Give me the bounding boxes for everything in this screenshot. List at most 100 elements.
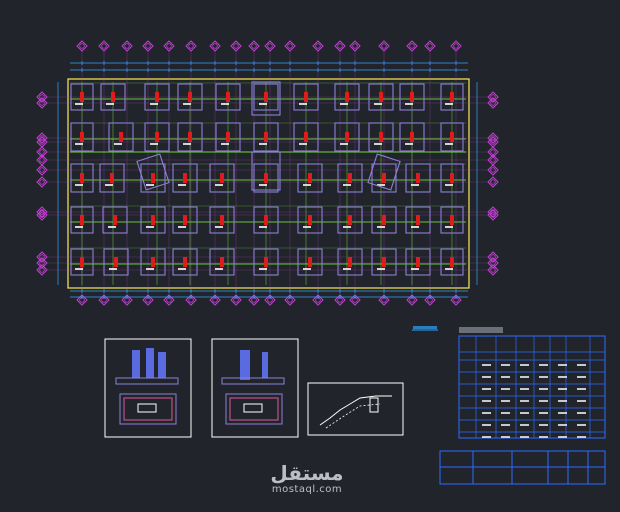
column [188,132,192,142]
footing-label [75,103,83,105]
column [80,92,84,102]
footing-label [215,226,223,228]
footing-label [183,103,191,105]
footing-label [343,184,351,186]
column [114,257,118,267]
column [304,92,308,102]
table-cell-text [520,436,529,438]
footing-label [259,184,267,186]
footing-label [146,184,154,186]
footing-label [178,184,186,186]
table-cell-text [482,412,491,414]
footing-label [75,226,83,228]
column [379,132,383,142]
column [264,215,268,225]
footing-label [445,226,453,228]
column [348,215,352,225]
table-cell-text [520,424,529,426]
footing-label [299,143,307,145]
footing-label [150,103,158,105]
column [416,215,420,225]
table-cell-text [520,364,529,366]
watermark-logo: مستقل [270,461,344,485]
footing-label [75,268,83,270]
column [345,92,349,102]
footing-label [299,103,307,105]
table-cell-text [577,400,586,402]
column [382,257,386,267]
footing-label [146,268,154,270]
table-cell-text [558,388,567,390]
table-cell-text [539,424,548,426]
column [264,257,268,267]
table-cell-text [539,364,548,366]
table-cell-text [539,400,548,402]
column [220,257,224,267]
column [80,257,84,267]
footing-label [411,226,419,228]
footing-label [75,184,83,186]
footing-label [405,103,413,105]
footing-label [445,184,453,186]
footing-label [343,268,351,270]
table-cell-text [482,364,491,366]
footing-label [303,184,311,186]
column [345,132,349,142]
table-cell-text [539,412,548,414]
table-cell-text [577,388,586,390]
footing-label [108,226,116,228]
table-cell-text [482,388,491,390]
cad-drawing-canvas[interactable] [0,0,620,512]
column [188,92,192,102]
footing-label [377,268,385,270]
table-cell-text [501,436,510,438]
footing-label [178,268,186,270]
footing-label [183,143,191,145]
table-cell-text [539,388,548,390]
table-cell-text [501,424,510,426]
footing-label [215,184,223,186]
table-cell-text [501,364,510,366]
column [308,173,312,183]
footing-label [259,143,267,145]
mostaql-watermark: مستقل mostaql.com [262,462,352,495]
footing-label [221,103,229,105]
watermark-url: mostaql.com [271,484,343,495]
footing-label [303,268,311,270]
column [151,257,155,267]
footing-label [343,226,351,228]
table-cell-text [501,412,510,414]
footing-label [411,184,419,186]
table-cell-text [520,376,529,378]
table-cell-text [558,436,567,438]
footing-label [377,226,385,228]
footing-label [150,143,158,145]
column [450,257,454,267]
column [226,132,230,142]
column [308,257,312,267]
column [308,215,312,225]
footing-label [215,268,223,270]
table-cell-text [577,376,586,378]
table-cell-text [520,412,529,414]
table-cell-text [558,424,567,426]
column [183,257,187,267]
table-cell-text [482,424,491,426]
column [382,215,386,225]
column [382,173,386,183]
table-cell-text [520,400,529,402]
footing-label [445,103,453,105]
footing-label [340,103,348,105]
column [80,132,84,142]
column [410,132,414,142]
column [264,132,268,142]
column [450,173,454,183]
footing-label [411,268,419,270]
column [183,215,187,225]
table-cell-text [501,400,510,402]
table-cell-text [539,376,548,378]
table-cell-text [501,376,510,378]
footing-label [405,143,413,145]
column [220,215,224,225]
column [183,173,187,183]
